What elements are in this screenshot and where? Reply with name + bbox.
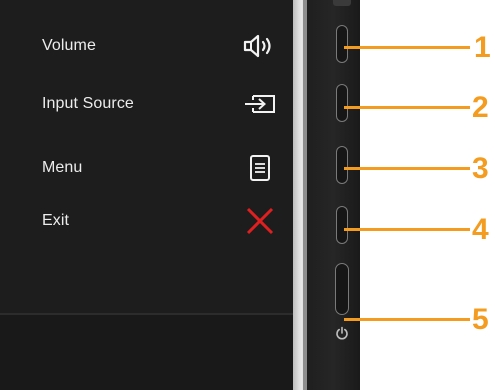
callout-line-2 — [344, 106, 470, 109]
osd-item-label: Exit — [42, 212, 70, 229]
callout-line-4 — [344, 228, 470, 231]
hardware-button-2[interactable] — [336, 84, 348, 122]
power-button[interactable] — [335, 263, 349, 315]
input-source-icon — [240, 89, 280, 119]
callout-number-2: 2 — [472, 91, 489, 124]
callout-line-1 — [344, 46, 470, 49]
callout-number-3: 3 — [472, 152, 489, 185]
close-x-icon — [240, 206, 280, 236]
callout-number-5: 5 — [472, 303, 489, 336]
osd-footer — [0, 315, 293, 390]
power-icon — [335, 326, 349, 340]
callout-line-3 — [344, 167, 470, 170]
menu-document-icon — [240, 153, 280, 183]
osd-item-label: Volume — [42, 37, 96, 54]
osd-item-input-source[interactable]: Input Source — [0, 84, 293, 124]
osd-panel: Volume Input Source Menu Exit — [0, 0, 293, 390]
callout-number-1: 1 — [474, 31, 491, 64]
hardware-button-3[interactable] — [336, 146, 348, 184]
osd-item-volume[interactable]: Volume — [0, 26, 293, 66]
osd-item-label: Input Source — [42, 95, 134, 112]
speaker-volume-icon — [240, 31, 280, 61]
osd-item-label: Menu — [42, 159, 83, 176]
callout-number-4: 4 — [472, 213, 489, 246]
monitor-osd-diagram: Volume Input Source Menu Exit 1 2 3 4 5 — [0, 0, 495, 390]
hardware-button-1[interactable] — [336, 25, 348, 63]
osd-item-exit[interactable]: Exit — [0, 201, 293, 241]
bezel-top-tab — [333, 0, 351, 6]
osd-item-menu[interactable]: Menu — [0, 148, 293, 188]
monitor-bezel — [307, 0, 360, 390]
hardware-button-4[interactable] — [336, 206, 348, 244]
callout-line-5 — [344, 318, 470, 321]
